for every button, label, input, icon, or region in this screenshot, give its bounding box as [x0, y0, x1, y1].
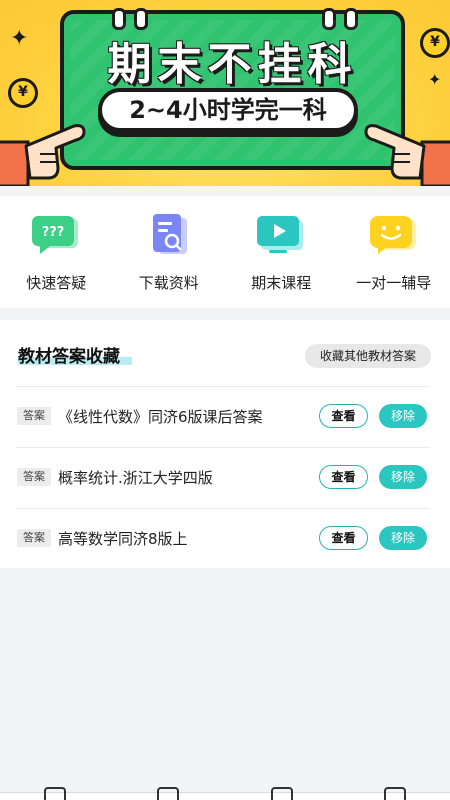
profile-tab-icon[interactable]: [384, 787, 406, 800]
view-button[interactable]: 查看: [319, 404, 368, 428]
section-title: 教材答案收藏: [18, 347, 120, 367]
courses-tab-icon[interactable]: [157, 787, 179, 800]
sparkle-icon: ✦: [428, 70, 442, 89]
board-hook-icon: [134, 8, 148, 30]
svg-text:???: ???: [42, 225, 65, 240]
coin-icon: ¥: [420, 28, 450, 58]
answers-card: 教材答案收藏 收藏其他教材答案 答案 《线性代数》同济6版课后答案 查看 移除 …: [0, 320, 450, 568]
list-item[interactable]: 答案 《线性代数》同济6版课后答案 查看 移除: [16, 386, 430, 446]
promo-banner[interactable]: 期末不挂科 2~4小时学完一科 ✦ ✦ ¥ ¥: [0, 0, 450, 186]
quick-nav-tutoring[interactable]: 一对一辅导: [338, 196, 450, 308]
play-screen-icon: [255, 214, 307, 258]
quick-nav-download[interactable]: 下载资料: [113, 196, 226, 308]
remove-button[interactable]: 移除: [379, 526, 427, 550]
pointing-hand-left-icon: [0, 124, 86, 186]
smile-chat-icon: [368, 214, 420, 258]
list-item[interactable]: 答案 高等数学同济8版上 查看 移除: [16, 508, 430, 568]
board-hook-icon: [322, 8, 336, 30]
view-button[interactable]: 查看: [319, 465, 368, 489]
list-item[interactable]: 答案 概率统计.浙江大学四版 查看 移除: [16, 447, 430, 507]
item-title: 高等数学同济8版上: [58, 530, 188, 548]
study-tab-icon[interactable]: [271, 787, 293, 800]
banner-title: 期末不挂科: [107, 39, 358, 90]
document-search-icon: [143, 214, 195, 258]
item-title: 概率统计.浙江大学四版: [58, 469, 213, 487]
sparkle-icon: ✦: [10, 26, 29, 51]
answer-tag: 答案: [17, 407, 51, 425]
quick-nav-label: 一对一辅导: [356, 274, 432, 292]
home-tab-icon[interactable]: [44, 787, 66, 800]
quick-nav-label: 下载资料: [138, 274, 199, 292]
quick-nav-label: 快速答疑: [26, 274, 87, 292]
board-hook-icon: [344, 8, 358, 30]
quick-nav: ??? 快速答疑 下载资料 期末课程 一对一辅导: [0, 196, 450, 308]
collect-more-button[interactable]: 收藏其他教材答案: [305, 344, 431, 368]
answer-tag: 答案: [17, 468, 51, 486]
quick-nav-fast-answer[interactable]: ??? 快速答疑: [0, 196, 113, 308]
question-chat-icon: ???: [30, 214, 82, 258]
remove-button[interactable]: 移除: [379, 404, 427, 428]
answer-tag: 答案: [17, 529, 51, 547]
item-title: 《线性代数》同济6版课后答案: [58, 408, 263, 426]
board-hook-icon: [112, 8, 126, 30]
quick-nav-final-course[interactable]: 期末课程: [225, 196, 338, 308]
banner-subtitle: 2~4小时学完一科: [98, 88, 358, 132]
coin-icon: ¥: [8, 78, 38, 108]
view-button[interactable]: 查看: [319, 526, 368, 550]
pointing-hand-right-icon: [364, 124, 450, 186]
remove-button[interactable]: 移除: [379, 465, 427, 489]
bottom-tab-bar: [0, 787, 450, 800]
quick-nav-label: 期末课程: [251, 274, 312, 292]
